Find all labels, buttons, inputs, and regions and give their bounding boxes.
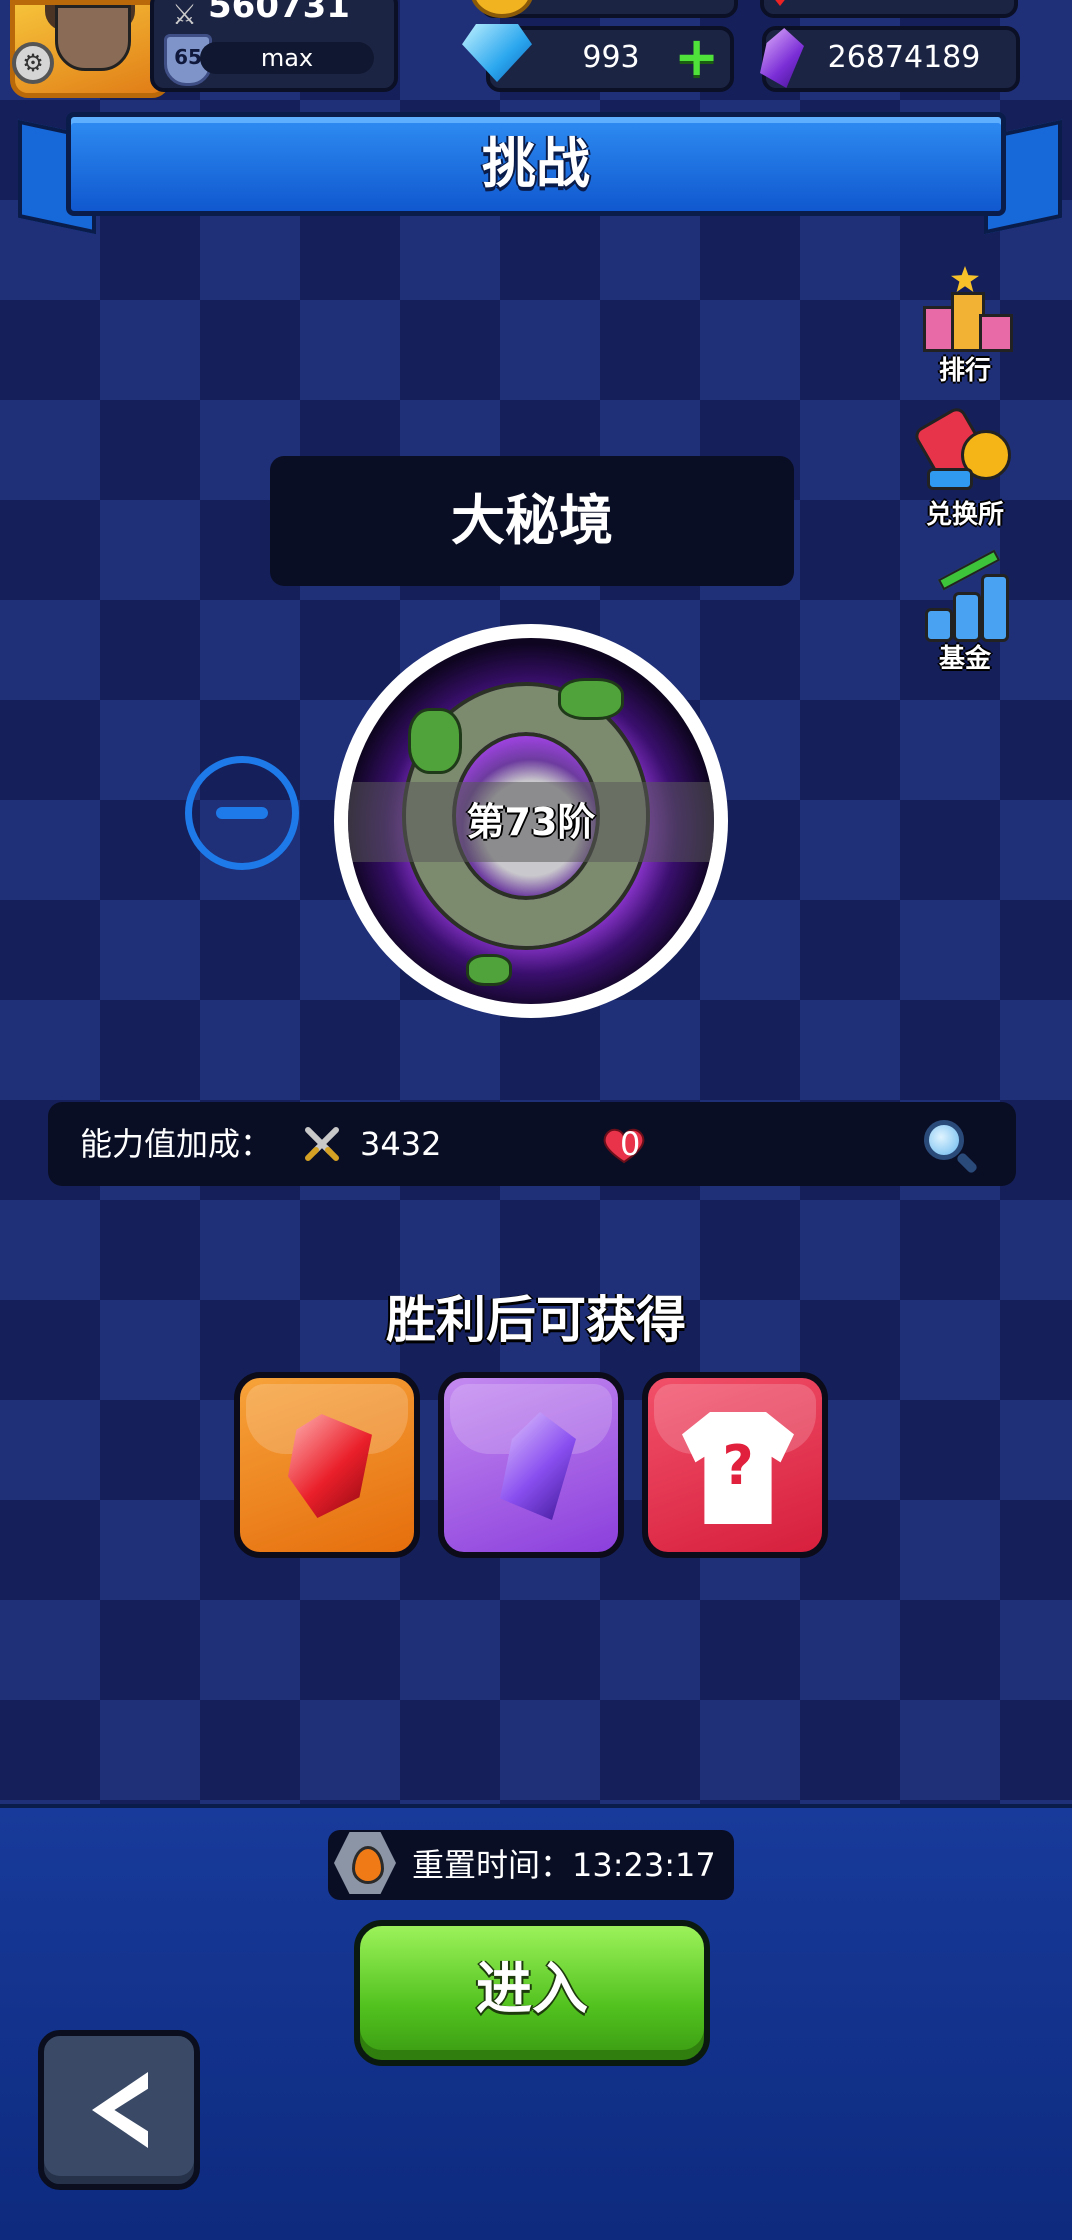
fund-chart-icon — [917, 549, 1013, 642]
reward-mystery-armor[interactable]: ? — [642, 1372, 828, 1558]
side-menu-fund-label: 基金 — [938, 644, 991, 674]
stat-bonus-label: 能力值加成： — [80, 1125, 273, 1163]
diamond-value: 993 — [582, 40, 640, 75]
title-banner: 挑战 — [66, 112, 1006, 216]
side-menu-ranking[interactable]: 排行 — [910, 266, 1020, 387]
reward-purple-crystal[interactable] — [438, 1372, 624, 1558]
red-gem-panel — [760, 0, 1018, 18]
add-diamonds-button[interactable]: + — [674, 30, 719, 84]
sword-power-icon: ⚔ — [172, 0, 198, 31]
settings-gear-icon[interactable]: ⚙ — [12, 42, 54, 84]
exchange-icon — [911, 404, 1013, 494]
side-menu-ranking-label: 排行 — [938, 356, 991, 386]
level-status-bar: max — [200, 42, 374, 74]
magnifier-handle — [955, 1151, 979, 1175]
rewards-title: 胜利后可获得 — [386, 1291, 686, 1349]
mode-name: 大秘境 — [451, 489, 613, 552]
avatar-face — [55, 5, 131, 71]
mode-title-panel: 大秘境 — [270, 456, 794, 586]
reset-timer-bar: 重置时间：13:23:17 — [328, 1830, 734, 1900]
enter-button[interactable]: 进入 — [354, 1920, 710, 2066]
reset-label: 重置时间： — [412, 1846, 573, 1884]
enter-button-label: 进入 — [476, 1957, 588, 2022]
reset-flame-icon — [334, 1832, 396, 1894]
crystal-value: 26874189 — [827, 40, 981, 75]
hp-bonus-value: 0 — [620, 1125, 641, 1163]
dungeon-portal[interactable]: 第73阶 — [334, 624, 728, 1018]
level-value: 65 — [174, 45, 202, 69]
stat-bonus-bar: 能力值加成： 3432 0 — [48, 1102, 1016, 1186]
attack-sword-icon — [305, 1127, 339, 1161]
reset-time: 13:23:17 — [572, 1846, 716, 1884]
attack-bonus-value: 3432 — [360, 1125, 442, 1163]
back-button[interactable] — [38, 2030, 200, 2190]
side-menu-fund[interactable]: 基金 — [910, 549, 1020, 675]
power-value: 560731 — [208, 0, 350, 26]
side-menu-exchange-label: 兑换所 — [925, 500, 1004, 530]
chevron-left-icon — [92, 2072, 148, 2148]
portal-image: 第73阶 — [348, 638, 714, 1004]
side-menu-exchange[interactable]: 兑换所 — [910, 404, 1020, 531]
podium-icon — [917, 266, 1013, 352]
magnifier-icon[interactable] — [924, 1120, 964, 1160]
tier-label: 第73阶 — [348, 782, 714, 862]
decrease-tier-button[interactable] — [185, 756, 299, 870]
minus-icon — [216, 807, 268, 819]
reward-red-crystal[interactable] — [234, 1372, 420, 1558]
page-title: 挑战 — [482, 132, 590, 195]
question-mark-icon: ? — [722, 1434, 754, 1497]
